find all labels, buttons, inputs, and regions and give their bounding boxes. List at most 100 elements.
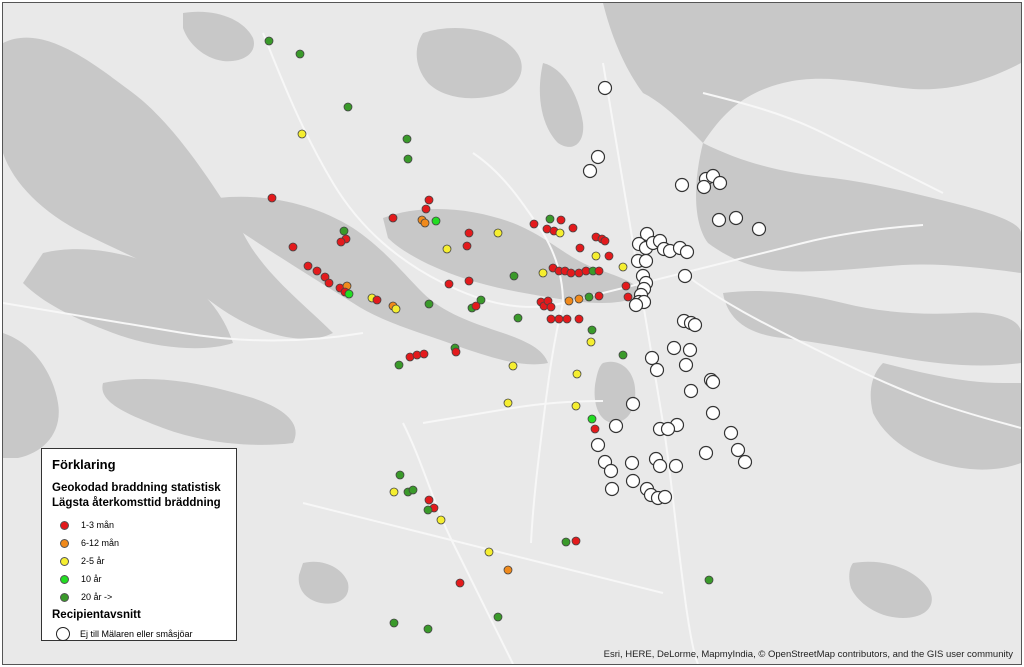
overflow-point[interactable]	[423, 505, 433, 515]
overflow-point[interactable]	[587, 414, 597, 424]
recipient-outlet[interactable]	[608, 418, 624, 434]
overflow-point[interactable]	[572, 369, 582, 379]
recipient-outlet[interactable]	[582, 163, 598, 179]
overflow-point[interactable]	[324, 278, 334, 288]
overflow-point[interactable]	[339, 226, 349, 236]
recipient-outlet[interactable]	[679, 244, 695, 260]
recipient-outlet[interactable]	[603, 463, 619, 479]
overflow-point[interactable]	[421, 204, 431, 214]
overflow-point[interactable]	[264, 36, 274, 46]
overflow-point[interactable]	[574, 314, 584, 324]
overflow-point[interactable]	[561, 537, 571, 547]
recipient-outlet[interactable]	[730, 442, 746, 458]
overflow-point[interactable]	[464, 228, 474, 238]
recipient-outlet[interactable]	[625, 396, 641, 412]
recipient-outlet[interactable]	[698, 445, 714, 461]
overflow-point[interactable]	[556, 215, 566, 225]
overflow-point[interactable]	[451, 347, 461, 357]
overflow-point[interactable]	[600, 236, 610, 246]
overflow-point[interactable]	[444, 279, 454, 289]
recipient-outlet[interactable]	[590, 437, 606, 453]
overflow-point[interactable]	[564, 296, 574, 306]
overflow-point[interactable]	[513, 313, 523, 323]
overflow-point[interactable]	[403, 154, 413, 164]
overflow-point[interactable]	[389, 618, 399, 628]
recipient-outlet[interactable]	[737, 454, 753, 470]
overflow-point[interactable]	[442, 244, 452, 254]
recipient-outlet[interactable]	[678, 357, 694, 373]
recipient-outlet[interactable]	[624, 455, 640, 471]
overflow-point[interactable]	[618, 262, 628, 272]
overflow-point[interactable]	[562, 314, 572, 324]
overflow-point[interactable]	[402, 134, 412, 144]
overflow-point[interactable]	[618, 350, 628, 360]
overflow-point[interactable]	[303, 261, 313, 271]
recipient-outlet[interactable]	[712, 175, 728, 191]
overflow-point[interactable]	[394, 360, 404, 370]
overflow-point[interactable]	[568, 223, 578, 233]
overflow-point[interactable]	[529, 219, 539, 229]
recipient-outlet[interactable]	[644, 350, 660, 366]
overflow-point[interactable]	[297, 129, 307, 139]
overflow-point[interactable]	[554, 314, 564, 324]
overflow-point[interactable]	[423, 624, 433, 634]
overflow-point[interactable]	[343, 102, 353, 112]
recipient-outlet[interactable]	[628, 297, 644, 313]
recipient-outlet[interactable]	[751, 221, 767, 237]
overflow-point[interactable]	[555, 228, 565, 238]
overflow-point[interactable]	[484, 547, 494, 557]
overflow-point[interactable]	[493, 612, 503, 622]
recipient-outlet[interactable]	[723, 425, 739, 441]
overflow-point[interactable]	[586, 337, 596, 347]
recipient-outlet[interactable]	[652, 458, 668, 474]
recipient-outlet[interactable]	[705, 374, 721, 390]
overflow-point[interactable]	[344, 289, 354, 299]
overflow-point[interactable]	[464, 276, 474, 286]
recipient-outlet[interactable]	[649, 362, 665, 378]
recipient-outlet[interactable]	[604, 481, 620, 497]
overflow-point[interactable]	[604, 251, 614, 261]
overflow-point[interactable]	[571, 401, 581, 411]
overflow-point[interactable]	[391, 304, 401, 314]
recipient-outlet[interactable]	[660, 421, 676, 437]
overflow-point[interactable]	[503, 398, 513, 408]
overflow-point[interactable]	[389, 487, 399, 497]
recipient-outlet[interactable]	[711, 212, 727, 228]
overflow-point[interactable]	[424, 195, 434, 205]
overflow-point[interactable]	[574, 294, 584, 304]
overflow-point[interactable]	[267, 193, 277, 203]
overflow-point[interactable]	[419, 349, 429, 359]
recipient-outlet[interactable]	[728, 210, 744, 226]
overflow-point[interactable]	[704, 575, 714, 585]
recipient-outlet[interactable]	[657, 489, 673, 505]
overflow-point[interactable]	[503, 565, 513, 575]
overflow-point[interactable]	[587, 325, 597, 335]
recipient-outlet[interactable]	[705, 405, 721, 421]
overflow-point[interactable]	[455, 578, 465, 588]
recipient-outlet[interactable]	[687, 317, 703, 333]
recipient-outlet[interactable]	[590, 149, 606, 165]
overflow-point[interactable]	[395, 470, 405, 480]
recipient-outlet[interactable]	[677, 268, 693, 284]
overflow-point[interactable]	[408, 485, 418, 495]
overflow-point[interactable]	[471, 301, 481, 311]
overflow-point[interactable]	[623, 292, 633, 302]
overflow-point[interactable]	[420, 218, 430, 228]
overflow-point[interactable]	[594, 266, 604, 276]
overflow-point[interactable]	[424, 495, 434, 505]
recipient-outlet[interactable]	[666, 340, 682, 356]
recipient-outlet[interactable]	[597, 80, 613, 96]
overflow-point[interactable]	[591, 251, 601, 261]
overflow-point[interactable]	[594, 291, 604, 301]
overflow-point[interactable]	[431, 216, 441, 226]
overflow-point[interactable]	[571, 536, 581, 546]
recipient-outlet[interactable]	[682, 342, 698, 358]
recipient-outlet[interactable]	[674, 177, 690, 193]
overflow-point[interactable]	[288, 242, 298, 252]
recipient-outlet[interactable]	[696, 179, 712, 195]
overflow-point[interactable]	[336, 237, 346, 247]
overflow-point[interactable]	[436, 515, 446, 525]
overflow-point[interactable]	[295, 49, 305, 59]
overflow-point[interactable]	[575, 243, 585, 253]
overflow-point[interactable]	[493, 228, 503, 238]
